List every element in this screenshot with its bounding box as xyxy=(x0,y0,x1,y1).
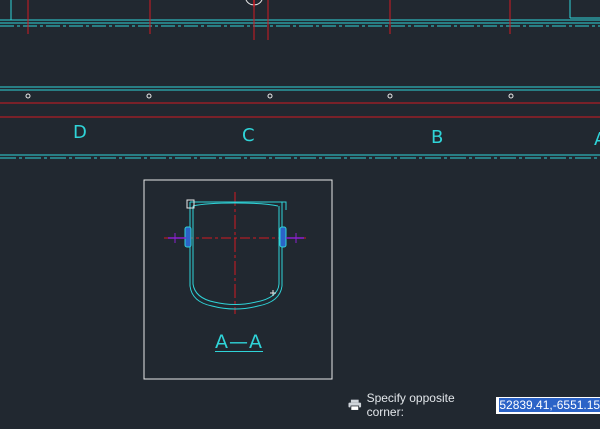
vessel-section-drawing[interactable] xyxy=(164,192,306,314)
coordinate-input[interactable]: 52839.41,-6551.15 xyxy=(496,396,600,414)
coordinate-value: 52839.41,-6551.15 xyxy=(499,397,600,412)
right-nozzle-icon xyxy=(279,226,287,248)
bolt-hole-icon xyxy=(146,93,152,99)
bolt-hole-icon xyxy=(387,93,393,99)
cursor-crosshair-icon xyxy=(270,290,276,296)
bolt-hole-icon xyxy=(508,93,514,99)
left-nozzle-icon xyxy=(184,226,192,248)
bolt-hole-icon xyxy=(267,93,273,99)
section-label: A—A xyxy=(215,331,263,353)
rail-band xyxy=(0,86,600,118)
drawing-canvas[interactable] xyxy=(0,0,600,429)
printer-icon xyxy=(348,399,362,411)
bolt-hole-icon xyxy=(25,93,31,99)
lower-frame xyxy=(0,154,600,159)
zone-label-a: A xyxy=(594,131,600,149)
command-prompt-text: Specify opposite corner: xyxy=(366,391,455,419)
zone-label-b: B xyxy=(431,127,444,148)
zone-label-d: D xyxy=(73,122,87,143)
top-frame xyxy=(0,0,600,40)
command-line[interactable]: Specify opposite corner: 52839.41,-6551.… xyxy=(348,391,600,419)
zone-label-c: C xyxy=(242,125,255,146)
